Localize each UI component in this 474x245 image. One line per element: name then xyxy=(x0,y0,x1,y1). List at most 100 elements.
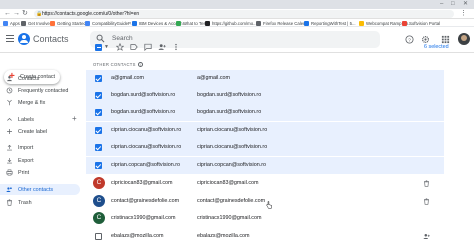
sidebar-item-export[interactable]: Export xyxy=(0,155,80,166)
sidebar-item-create-label[interactable]: Create label xyxy=(0,126,80,137)
delete-icon[interactable] xyxy=(423,180,430,187)
sidebar-item-import[interactable]: Import xyxy=(0,142,80,153)
contact-email: ciprian.copcan@softvision.ro xyxy=(197,162,266,168)
bookmark-item[interactable]: ReportingWithTest | 5... xyxy=(304,20,356,26)
sidebar-item-label: Import xyxy=(18,144,34,151)
contact-name: ciprian.ciocanu@softvision.ro xyxy=(111,144,182,150)
contact-row[interactable]: Ccipriciocan83@gmail.com cipriciocan83@gm… xyxy=(86,175,444,192)
contact-row[interactable]: ciprian.copcan@softvision.ro ciprian.copc… xyxy=(86,157,444,174)
delete-icon[interactable] xyxy=(423,198,430,205)
sidebar-item-label: Contacts xyxy=(18,75,40,82)
contact-email: cipriciocan83@gmail.com xyxy=(197,180,259,186)
sidebar-item-labels[interactable]: Labels + xyxy=(0,114,80,125)
list-toolbar: ▼ 6 selected xyxy=(86,38,474,56)
bookmarks-bar: Apps Get Involved Getting Started Compatibi… xyxy=(0,19,474,27)
chevron-down-icon[interactable]: ▼ xyxy=(104,44,109,50)
add-label-icon[interactable]: + xyxy=(72,115,77,123)
url-text: https://contacts.google.com/u/0/other?hl… xyxy=(42,11,140,17)
bookmark-label: Apps xyxy=(10,20,20,26)
upload-icon xyxy=(7,144,12,151)
section-header-label: OTHER CONTACTS xyxy=(93,62,136,67)
label-icon[interactable] xyxy=(130,43,138,51)
url-field[interactable]: 🔒 https://contacts.google.com/u/0/other?… xyxy=(34,10,454,18)
contact-email: contact@grainesdefolie.com xyxy=(197,198,266,204)
bookmark-item[interactable]: Firefox Release Calen... xyxy=(256,20,309,26)
star-icon[interactable] xyxy=(116,43,124,51)
contact-name: cipriciocan83@gmail.com xyxy=(111,180,173,186)
bookmark-favicon-icon xyxy=(359,20,364,26)
contact-row[interactable]: ciprian.ciocanu@softvision.ro ciprian.cio… xyxy=(86,122,444,139)
bookmark-favicon-icon xyxy=(256,20,261,26)
info-icon[interactable]: i xyxy=(137,62,143,67)
contact-avatar[interactable]: C xyxy=(93,212,105,224)
contact-email: bogdan.surd@softvision.ro xyxy=(197,109,262,115)
bookmark-favicon-icon xyxy=(50,20,55,26)
bookmark-item[interactable]: What to Test xyxy=(176,20,207,26)
browser-menu-icon[interactable]: ⋮ xyxy=(460,10,467,18)
bookmark-label: Getting Started xyxy=(57,20,86,26)
add-to-contacts-icon[interactable] xyxy=(423,233,430,240)
main-menu-icon[interactable] xyxy=(6,35,14,43)
sidebar-item-label: Create label xyxy=(18,128,48,135)
contact-email: cristinacx1990@gmail.com xyxy=(197,215,262,221)
contact-avatar[interactable]: C xyxy=(93,195,105,207)
row-checkbox[interactable] xyxy=(95,162,102,169)
sidebar-item-frequently-contacted[interactable]: Frequently contacted xyxy=(0,85,80,96)
bookmark-item[interactable]: Apps xyxy=(3,20,20,26)
reload-icon[interactable]: ↻ xyxy=(22,10,28,18)
contact-name: bogdan.surd@softvision.ro xyxy=(111,109,176,115)
contact-row[interactable]: bogdan.surd@softvision.ro bogdan.surd@sof… xyxy=(86,104,444,121)
contact-avatar[interactable]: C xyxy=(93,177,105,189)
hand-cursor-icon xyxy=(266,201,272,209)
bookmark-favicon-icon xyxy=(21,20,26,26)
bookmark-favicon-icon xyxy=(85,20,90,26)
bookmark-label: Firefox Release Calen... xyxy=(263,20,310,26)
close-window-icon[interactable]: ✕ xyxy=(463,1,468,7)
forward-icon[interactable]: → xyxy=(13,10,20,18)
bookmark-item[interactable]: Getting Started xyxy=(50,20,86,26)
contact-row[interactable]: bogdan.surd@softvision.ro bogdan.surd@sof… xyxy=(86,87,444,104)
row-checkbox[interactable] xyxy=(95,92,102,99)
row-checkbox[interactable] xyxy=(95,144,102,151)
bookmark-item[interactable]: https://github.com/mo... xyxy=(205,20,257,26)
contact-row[interactable]: Ccristinacx1990@gmail.com cristinacx1990@… xyxy=(86,210,444,227)
contact-name: ciprian.copcan@softvision.ro xyxy=(111,162,180,168)
contact-row[interactable]: ebalazs@mozilla.com ebalazs@mozilla.com xyxy=(86,228,444,245)
contact-row[interactable]: ciprian.ciocanu@softvision.ro ciprian.cio… xyxy=(86,139,444,156)
row-checkbox[interactable] xyxy=(95,127,102,134)
bookmark-label: Softvision Portal xyxy=(409,20,441,26)
back-icon[interactable]: ← xyxy=(4,10,11,18)
selected-count: 6 selected xyxy=(424,44,449,50)
contact-row[interactable]: Ccontact@grainesdefolie.com contact@grain… xyxy=(86,193,444,210)
message-icon[interactable] xyxy=(144,43,152,51)
row-checkbox[interactable] xyxy=(95,75,102,82)
minimize-icon[interactable]: – xyxy=(440,1,443,7)
sidebar-item-label: Print xyxy=(18,169,30,176)
browser-tab-strip: – □ ✕ xyxy=(0,0,474,9)
bookmark-favicon-icon xyxy=(132,20,137,26)
bookmark-item[interactable]: Get Involved xyxy=(21,20,52,26)
trash-icon xyxy=(7,199,12,206)
contacts-logo xyxy=(18,33,30,45)
bookmark-label: CompatibilityGuideP... xyxy=(92,20,134,26)
sidebar-item-trash[interactable]: Trash xyxy=(0,197,80,208)
contact-name: cristinacx1990@gmail.com xyxy=(111,215,176,221)
sidebar-item-label: Frequently contacted xyxy=(18,87,69,94)
more-vert-icon[interactable] xyxy=(172,43,180,51)
contact-row[interactable]: a@gmail.com a@gmail.com xyxy=(86,70,444,87)
chevron-up-icon xyxy=(7,117,12,121)
bookmark-label: https://github.com/mo... xyxy=(212,20,257,26)
maximize-icon[interactable]: □ xyxy=(451,1,455,7)
sidebar-item-other-contacts[interactable]: Other contacts xyxy=(0,184,80,195)
row-checkbox[interactable] xyxy=(95,109,102,116)
sidebar-item-merge-fix[interactable]: Merge & fix xyxy=(0,97,80,108)
bookmark-item[interactable]: Softvision Portal xyxy=(402,20,440,26)
add-to-contacts-icon[interactable] xyxy=(158,43,166,51)
sidebar-item-print[interactable]: Print xyxy=(0,167,80,178)
row-checkbox[interactable] xyxy=(95,233,102,240)
select-all-checkbox[interactable] xyxy=(95,44,102,51)
sidebar-item-contacts[interactable]: Contacts xyxy=(0,73,80,84)
contact-email: ciprian.ciocanu@softvision.ro xyxy=(197,127,268,133)
contact-name: ciprian.ciocanu@softvision.ro xyxy=(111,127,182,133)
bookmark-item[interactable]: CompatibilityGuideP... xyxy=(85,20,134,26)
